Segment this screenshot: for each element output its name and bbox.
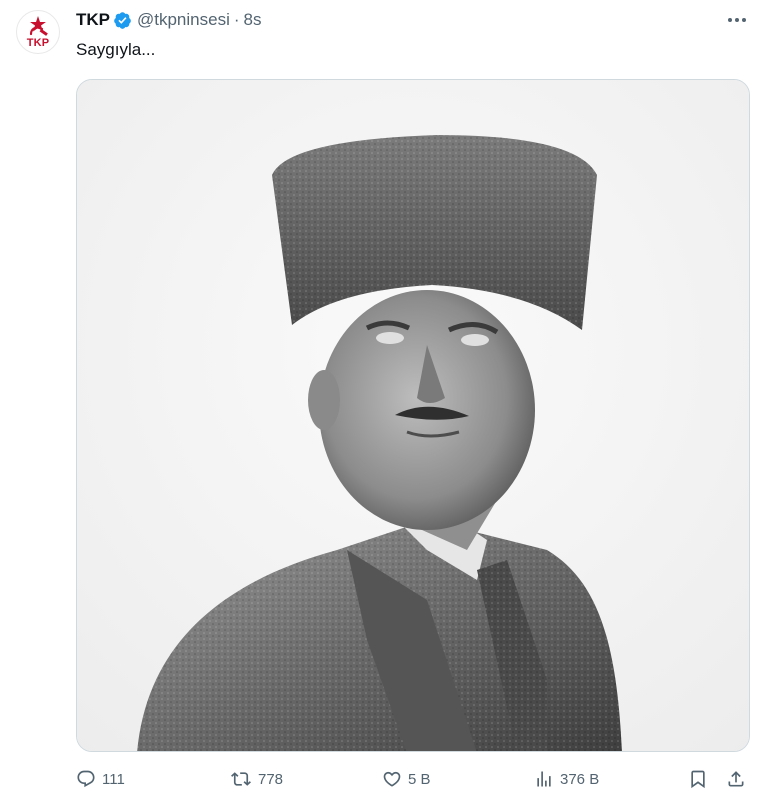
like-count: 5 B (408, 770, 431, 788)
reply-button[interactable]: 111 (76, 766, 125, 792)
like-button[interactable]: 5 B (382, 766, 431, 792)
post-text: Saygıyla... (76, 40, 156, 59)
heart-icon (383, 771, 401, 787)
views-bar-chart-icon (537, 771, 551, 787)
post-header: TKP @tkpninsesi · 8s (76, 9, 262, 31)
action-bar: 111 778 5 B 376 B (76, 766, 756, 792)
repost-icon (231, 772, 251, 786)
timestamp[interactable]: 8s (244, 10, 262, 30)
views-count: 376 B (560, 770, 600, 788)
more-dots-icon[interactable] (722, 10, 752, 30)
display-name[interactable]: TKP (76, 10, 110, 30)
repost-count: 778 (258, 770, 284, 788)
handle[interactable]: @tkpninsesi (137, 10, 230, 30)
avatar[interactable]: TKP (16, 10, 60, 54)
bookmark-button[interactable] (688, 766, 708, 792)
repost-button[interactable]: 778 (230, 766, 283, 792)
reply-icon (77, 770, 95, 788)
views-button[interactable]: 376 B (534, 766, 599, 792)
post-image[interactable] (76, 79, 750, 752)
tkp-logo-icon (29, 16, 48, 36)
share-button[interactable] (726, 766, 746, 792)
bookmark-icon (691, 770, 705, 789)
share-icon (728, 771, 744, 787)
separator-dot: · (233, 10, 240, 29)
avatar-logo-text: TKP (26, 37, 50, 49)
reply-count: 111 (102, 770, 125, 788)
verified-badge-icon[interactable] (113, 11, 132, 30)
